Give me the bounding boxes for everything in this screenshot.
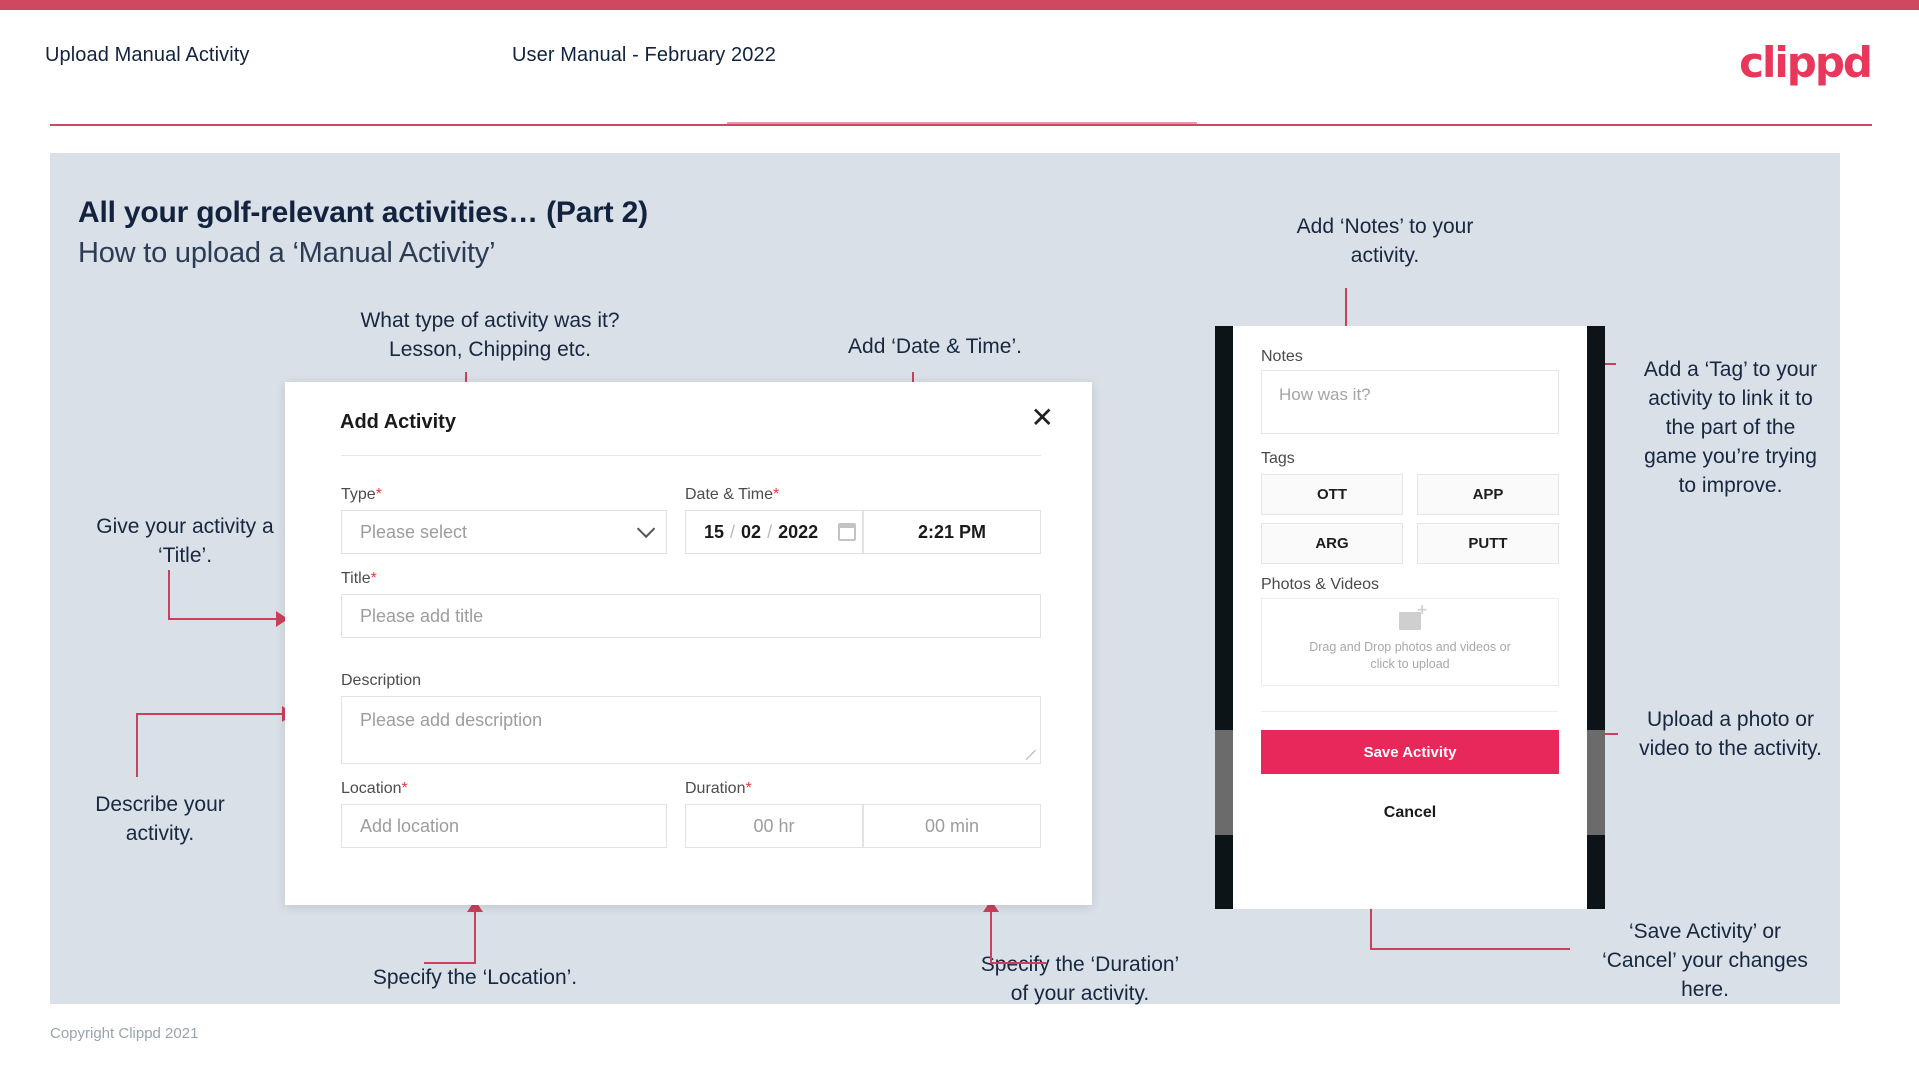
title-label-text: Title [341, 570, 371, 587]
close-icon[interactable]: ✕ [1031, 404, 1054, 432]
image-add-icon [1399, 602, 1428, 630]
time-input[interactable]: 2:21 PM [863, 510, 1041, 554]
datetime-label-text: Date & Time [685, 486, 774, 503]
duration-label-text: Duration [685, 780, 746, 797]
date-sep-1: / [730, 521, 736, 542]
tag-button-arg[interactable]: ARG [1261, 523, 1403, 564]
resize-grip-icon[interactable] [1026, 750, 1036, 760]
duration-hours-input[interactable]: 00 hr [685, 804, 863, 848]
connector-title-v [168, 570, 170, 620]
photo-upload-dropzone[interactable]: Drag and Drop photos and videos or click… [1261, 598, 1559, 686]
connector-loc-h [424, 962, 476, 964]
photos-label: Photos & Videos [1261, 576, 1380, 593]
annotation-save-cancel: ‘Save Activity’ or ‘Cancel’ your changes… [1602, 920, 1808, 1001]
title-input[interactable]: Please add title [341, 594, 1041, 638]
phone-screen: Notes How was it? Tags OTT APP ARG PUTT … [1233, 326, 1587, 909]
date-month: 02 [741, 521, 762, 542]
type-label-text: Type [341, 486, 376, 503]
type-label: Type* [341, 486, 382, 504]
duration-hours-value: 00 hr [753, 815, 795, 836]
date-sep-2: / [767, 521, 773, 542]
datetime-label: Date & Time* [685, 486, 779, 504]
duration-minutes-input[interactable]: 00 min [863, 804, 1041, 848]
duration-required: * [745, 780, 752, 797]
top-accent-bar [0, 0, 1919, 10]
clippd-logo: clippd [1739, 38, 1873, 87]
phone-scrollbar-right[interactable] [1587, 730, 1605, 835]
chevron-down-icon [636, 519, 656, 539]
title-label: Title* [341, 570, 377, 588]
phone-mockup: Notes How was it? Tags OTT APP ARG PUTT … [1215, 326, 1605, 909]
slide-heading: All your golf-relevant activities… (Part… [78, 196, 648, 229]
cancel-button[interactable]: Cancel [1261, 804, 1559, 822]
type-select[interactable]: Please select [341, 510, 667, 554]
annotation-datetime: Add ‘Date & Time’. [848, 335, 1022, 358]
title-placeholder: Please add title [360, 605, 484, 626]
location-required: * [401, 780, 408, 797]
location-input[interactable]: Add location [341, 804, 667, 848]
slide-root: Upload Manual Activity User Manual - Feb… [0, 0, 1919, 1079]
tag-button-app[interactable]: APP [1417, 474, 1559, 515]
type-required: * [375, 486, 382, 503]
tags-label: Tags [1261, 450, 1295, 467]
date-year: 2022 [778, 521, 819, 542]
connector-desc-v [136, 715, 138, 777]
notes-label: Notes [1261, 348, 1303, 365]
annotation-notes: Add ‘Notes’ to your activity. [1296, 215, 1474, 267]
add-activity-dialog: Add Activity ✕ Type* Please select Date … [285, 382, 1092, 905]
header-divider-light [727, 122, 1197, 124]
annotation-duration: Specify the ‘Duration’ of your activity. [980, 953, 1180, 1005]
description-placeholder: Please add description [360, 710, 543, 730]
upload-hint-line1: Drag and Drop photos and videos or [1309, 639, 1511, 654]
description-label: Description [341, 672, 421, 690]
location-label-text: Location [341, 780, 402, 797]
description-label-text: Description [341, 672, 422, 689]
tag-button-ott[interactable]: OTT [1261, 474, 1403, 515]
slide-subheading: How to upload a ‘Manual Activity’ [78, 237, 496, 269]
duration-label: Duration* [685, 780, 752, 798]
phone-scrollbar-left[interactable] [1215, 730, 1233, 835]
save-activity-button[interactable]: Save Activity [1261, 730, 1559, 774]
copyright-footer: Copyright Clippd 2021 [50, 1025, 199, 1042]
connector-loc-v [474, 912, 476, 964]
phone-divider [1261, 711, 1559, 712]
date-input[interactable]: 15 / 02 / 2022 [685, 510, 863, 554]
annotation-location: Specify the ‘Location’. [372, 966, 578, 989]
location-label: Location* [341, 780, 408, 798]
dialog-divider [341, 455, 1041, 456]
connector-notes-v [1345, 288, 1347, 328]
type-placeholder: Please select [360, 521, 468, 542]
tag-button-putt[interactable]: PUTT [1417, 523, 1559, 564]
connector-desc-h [136, 713, 284, 715]
annotation-type: What type of activity was it? Lesson, Ch… [360, 309, 620, 361]
annotation-tags: Add a ‘Tag’ to your activity to link it … [1643, 358, 1818, 497]
location-placeholder: Add location [360, 815, 460, 836]
date-day: 15 [704, 521, 725, 542]
annotation-description: Describe your activity. [95, 793, 225, 845]
connector-title-h [168, 618, 278, 620]
duration-minutes-value: 00 min [924, 815, 980, 836]
time-value: 2:21 PM [917, 521, 987, 542]
datetime-required: * [773, 486, 780, 503]
header-divider [50, 124, 1872, 126]
annotation-upload: Upload a photo or video to the activity. [1639, 708, 1822, 760]
notes-placeholder: How was it? [1279, 385, 1371, 404]
upload-hint-line2: click to upload [1370, 656, 1450, 671]
description-textarea[interactable]: Please add description [341, 696, 1041, 764]
connector-dur-h [990, 962, 1046, 964]
title-required: * [370, 570, 377, 587]
calendar-icon[interactable] [838, 523, 857, 541]
document-subtitle: User Manual - February 2022 [512, 44, 776, 66]
dialog-title: Add Activity [340, 411, 456, 433]
page-title: Upload Manual Activity [45, 44, 250, 66]
connector-save-h [1370, 948, 1570, 950]
connector-dur-v [990, 912, 992, 964]
